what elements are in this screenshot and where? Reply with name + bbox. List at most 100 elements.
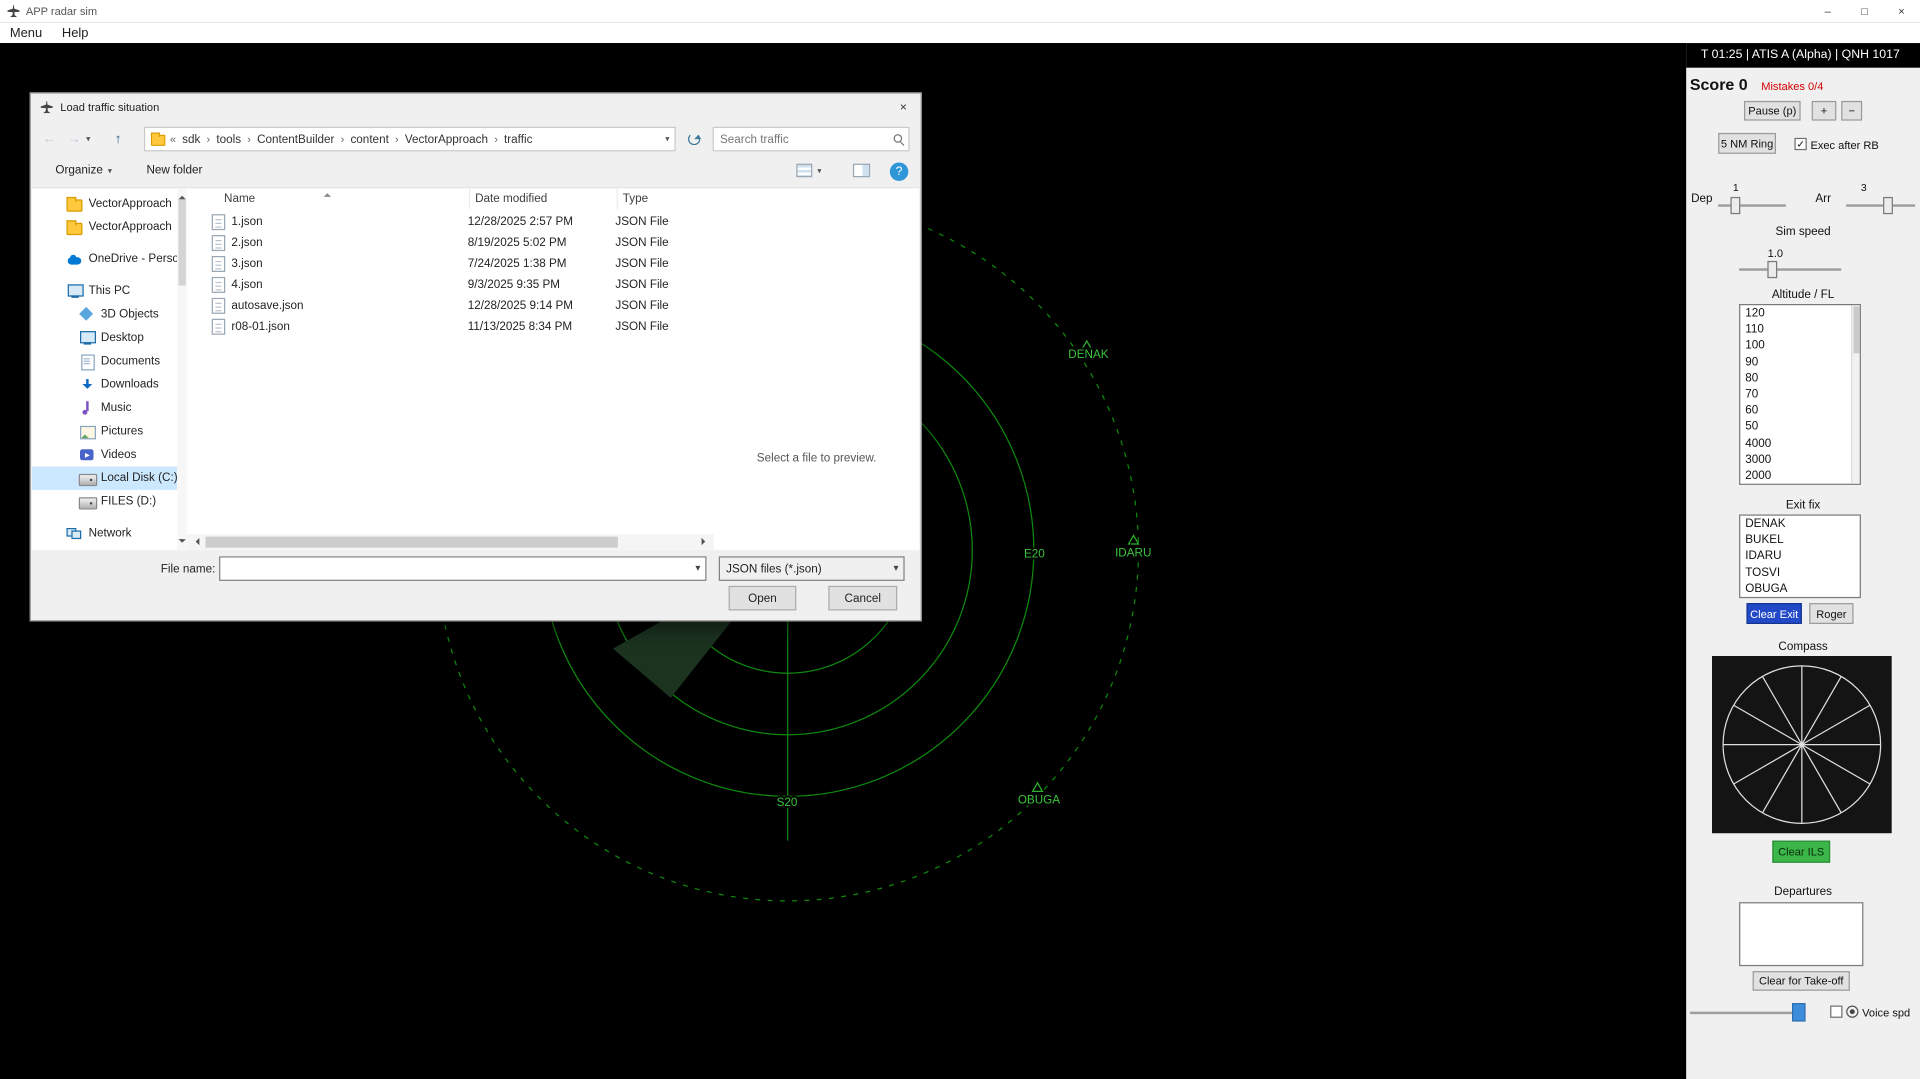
compass-display[interactable]	[1712, 656, 1892, 833]
breadcrumb-traffic[interactable]: traffic	[502, 132, 535, 146]
sidebar-item-documents[interactable]: Documents	[32, 350, 177, 373]
sidebar-item-onedrive[interactable]: OneDrive - Person	[32, 247, 177, 270]
sidebar-item-3d-objects[interactable]: 3D Objects	[32, 303, 177, 326]
menu-item-help[interactable]: Help	[62, 25, 89, 40]
scroll-left-icon[interactable]	[192, 538, 199, 545]
preview-pane-button[interactable]	[853, 164, 870, 178]
organize-button[interactable]: Organize ▾	[55, 164, 112, 178]
altitude-scrollbar[interactable]	[1851, 305, 1860, 483]
forward-button[interactable]: →	[63, 128, 85, 150]
ring-toggle-button[interactable]: 5 NM Ring	[1718, 133, 1776, 154]
file-row[interactable]: 3.json 7/24/2025 1:38 PM JSON File	[187, 254, 714, 275]
sidebar-item-music[interactable]: Music	[32, 396, 177, 419]
file-type-select[interactable]: JSON files (*.json) ▾	[719, 556, 905, 581]
arr-slider-thumb[interactable]	[1883, 197, 1893, 214]
sidebar-item-downloads[interactable]: Downloads	[32, 373, 177, 396]
clear-ils-button[interactable]: Clear ILS	[1772, 841, 1830, 863]
file-name-combo[interactable]: ▾	[219, 556, 706, 581]
sidebar-item-pictures[interactable]: Pictures	[32, 420, 177, 443]
sidebar-item-desktop[interactable]: Desktop	[32, 326, 177, 349]
zoom-out-button[interactable]: −	[1841, 101, 1862, 121]
sidebar-item-vectorapproach[interactable]: VectorApproach	[32, 192, 177, 215]
sidebar-scrollbar[interactable]	[177, 188, 187, 550]
file-row[interactable]: autosave.json 12/28/2025 9:14 PM JSON Fi…	[187, 295, 714, 316]
column-header-type[interactable]: Type	[617, 188, 714, 209]
help-button[interactable]: ?	[890, 162, 908, 180]
clear-exit-button[interactable]: Clear Exit	[1746, 603, 1801, 624]
views-button[interactable]: ▾	[796, 164, 821, 178]
menu-item-menu[interactable]: Menu	[10, 25, 42, 40]
search-input[interactable]	[714, 128, 908, 150]
scroll-up-icon[interactable]	[178, 192, 185, 199]
dep-slider-thumb[interactable]	[1730, 197, 1740, 214]
sidebar-item-network[interactable]: Network	[32, 522, 177, 545]
sidebar-item-videos[interactable]: Videos	[32, 443, 177, 466]
altitude-option[interactable]: 60	[1740, 403, 1859, 419]
nav-history-dropdown-icon[interactable]: ▾	[86, 134, 90, 144]
search-box[interactable]	[713, 127, 910, 152]
altitude-option[interactable]: 2000	[1740, 468, 1859, 484]
zoom-in-button[interactable]: +	[1812, 101, 1837, 121]
breadcrumb-collapsed[interactable]: «	[170, 133, 176, 145]
departures-listbox[interactable]	[1739, 902, 1863, 966]
breadcrumb-tools[interactable]: tools	[214, 132, 244, 146]
altitude-option[interactable]: 3000	[1740, 451, 1859, 467]
file-row[interactable]: 1.json 12/28/2025 2:57 PM JSON File	[187, 212, 714, 233]
roger-button[interactable]: Roger	[1809, 603, 1853, 624]
minimize-button[interactable]: –	[1809, 0, 1846, 22]
altitude-option[interactable]: 90	[1740, 354, 1859, 370]
breadcrumb-contentbuilder[interactable]: ContentBuilder	[255, 132, 337, 146]
scroll-down-icon[interactable]	[178, 539, 185, 546]
column-header-date-modified[interactable]: Date modified	[469, 188, 617, 209]
altitude-option[interactable]: 120	[1740, 305, 1859, 321]
clear-for-takeoff-button[interactable]: Clear for Take-off	[1753, 971, 1850, 991]
altitude-option[interactable]: 110	[1740, 321, 1859, 337]
sim-speed-slider-track[interactable]	[1739, 268, 1841, 270]
up-button[interactable]: ↑	[107, 128, 129, 150]
address-bar[interactable]: « sdk › tools › ContentBuilder › content…	[144, 127, 676, 152]
altitude-option[interactable]: 80	[1740, 370, 1859, 386]
sidebar-item-files-d[interactable]: FILES (D:)	[32, 490, 177, 513]
exit-fix-option[interactable]: DENAK	[1740, 516, 1859, 532]
sidebar-item-vectorapproach[interactable]: VectorApproach	[32, 215, 177, 238]
sidebar-item-this-pc[interactable]: This PC	[32, 279, 177, 302]
altitude-option[interactable]: 50	[1740, 419, 1859, 435]
horizontal-scrollbar-thumb[interactable]	[206, 537, 618, 548]
cancel-button[interactable]: Cancel	[828, 586, 897, 611]
address-dropdown-icon[interactable]: ▾	[665, 134, 669, 144]
back-button[interactable]: ←	[38, 128, 60, 150]
close-button[interactable]: ×	[1883, 0, 1920, 22]
exec-after-rb-checkbox[interactable]: ✓	[1794, 138, 1806, 150]
altitude-option[interactable]: 70	[1740, 386, 1859, 402]
file-name-input[interactable]	[220, 558, 685, 580]
breadcrumb-vectorapproach[interactable]: VectorApproach	[402, 132, 490, 146]
exit-fix-option[interactable]: TOSVI	[1740, 564, 1859, 580]
arr-slider-track[interactable]	[1846, 204, 1915, 206]
new-folder-button[interactable]: New folder	[146, 164, 202, 178]
scroll-right-icon[interactable]	[702, 538, 709, 545]
exit-fix-option[interactable]: BUKEL	[1740, 532, 1859, 548]
breadcrumb-sdk[interactable]: sdk	[180, 132, 203, 146]
voice-speed-slider-thumb[interactable]	[1792, 1003, 1806, 1021]
dep-slider-track[interactable]	[1718, 204, 1786, 206]
exit-fix-listbox[interactable]: DENAK BUKEL IDARU TOSVI OBUGA	[1739, 514, 1861, 598]
altitude-listbox[interactable]: 120 110 100 90 80 70 60 50 4000 3000 200…	[1739, 304, 1861, 485]
sidebar-item-local-disk-c[interactable]: Local Disk (C:)	[32, 466, 177, 489]
voice-speed-slider-track[interactable]	[1690, 1012, 1795, 1014]
voice-checkbox[interactable]	[1830, 1006, 1842, 1018]
refresh-button[interactable]	[681, 127, 708, 152]
maximize-button[interactable]: □	[1846, 0, 1883, 22]
pause-button[interactable]: Pause (p)	[1744, 101, 1801, 121]
file-row[interactable]: r08-01.json 11/13/2025 8:34 PM JSON File	[187, 316, 714, 337]
chevron-down-icon[interactable]: ▾	[695, 562, 700, 573]
file-row[interactable]: 2.json 8/19/2025 5:02 PM JSON File	[187, 233, 714, 254]
exit-fix-option[interactable]: IDARU	[1740, 548, 1859, 564]
breadcrumb-content[interactable]: content	[348, 132, 391, 146]
sidebar-scrollbar-thumb[interactable]	[178, 199, 185, 285]
open-button[interactable]: Open	[729, 586, 797, 611]
file-row[interactable]: 4.json 9/3/2025 9:35 PM JSON File	[187, 274, 714, 295]
altitude-option[interactable]: 100	[1740, 338, 1859, 354]
exit-fix-option[interactable]: OBUGA	[1740, 581, 1859, 597]
dialog-titlebar[interactable]: Load traffic situation	[31, 94, 921, 121]
dialog-close-button[interactable]: ×	[889, 96, 919, 118]
